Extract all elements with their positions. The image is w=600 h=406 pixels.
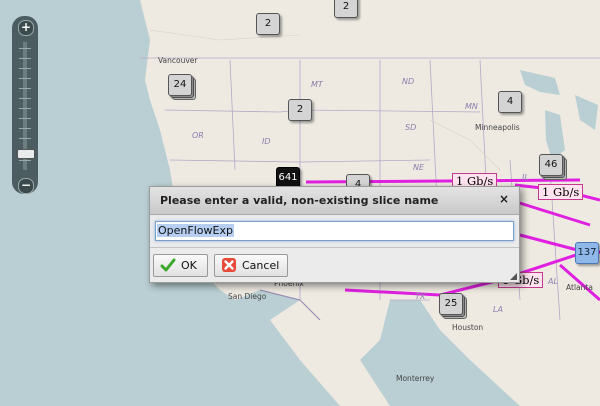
resize-grip-icon[interactable] bbox=[510, 273, 517, 280]
zoom-slider-handle[interactable] bbox=[17, 149, 35, 159]
ok-button-label: OK bbox=[181, 259, 197, 272]
state-label: ND bbox=[402, 77, 415, 86]
node-cluster[interactable]: 2 bbox=[288, 99, 314, 123]
node-cluster-count: 46 bbox=[539, 154, 563, 176]
node-cluster[interactable]: 24 bbox=[168, 74, 196, 100]
state-label: TX bbox=[415, 292, 426, 301]
state-label: LA bbox=[493, 305, 503, 314]
zoom-out-button[interactable]: − bbox=[18, 178, 34, 194]
dialog-divider bbox=[150, 247, 519, 248]
city-label: Vancouver bbox=[158, 56, 198, 65]
zoom-tick bbox=[19, 160, 31, 161]
state-label: AL bbox=[548, 277, 558, 286]
slice-name-dialog: Please enter a valid, non-existing slice… bbox=[149, 186, 520, 283]
node-cluster-count: 24 bbox=[168, 74, 192, 96]
city-label: San Diego bbox=[228, 292, 267, 301]
node-cluster-count: 2 bbox=[256, 13, 280, 35]
bandwidth-label: 1 Gb/s bbox=[538, 184, 584, 200]
dialog-titlebar[interactable]: Please enter a valid, non-existing slice… bbox=[150, 187, 519, 215]
state-label: MN bbox=[465, 102, 478, 111]
zoom-control: + − bbox=[12, 16, 38, 194]
state-label: MT bbox=[311, 80, 323, 89]
slice-name-value: OpenFlowExp bbox=[157, 224, 234, 237]
cancel-button-label: Cancel bbox=[242, 259, 280, 272]
dialog-title: Please enter a valid, non-existing slice… bbox=[160, 194, 439, 207]
close-icon[interactable]: × bbox=[499, 192, 509, 206]
node-cluster[interactable]: 137 bbox=[575, 242, 600, 266]
city-label: Houston bbox=[452, 323, 484, 332]
state-label: OR bbox=[192, 131, 204, 140]
zoom-tick bbox=[19, 138, 31, 139]
node-cluster-count: 2 bbox=[334, 0, 358, 18]
zoom-tick bbox=[19, 108, 31, 109]
node-cluster-count: 25 bbox=[439, 293, 463, 315]
state-label: NE bbox=[413, 163, 425, 172]
cancel-x-icon bbox=[222, 258, 236, 272]
zoom-tick bbox=[19, 98, 31, 99]
zoom-in-button[interactable]: + bbox=[18, 20, 34, 36]
node-cluster[interactable]: 25 bbox=[439, 293, 467, 319]
city-label: Atlanta bbox=[566, 283, 593, 292]
node-cluster[interactable]: 46 bbox=[539, 154, 567, 180]
ok-button[interactable]: OK bbox=[153, 254, 208, 277]
zoom-tick bbox=[19, 78, 31, 79]
state-label: ID bbox=[262, 137, 271, 146]
node-cluster[interactable]: 4 bbox=[498, 91, 524, 115]
node-cluster-count: 4 bbox=[498, 91, 522, 113]
zoom-tick bbox=[19, 68, 31, 69]
zoom-tick bbox=[19, 118, 31, 119]
zoom-tick bbox=[19, 128, 31, 129]
zoom-tick bbox=[19, 88, 31, 89]
node-cluster[interactable]: 2 bbox=[334, 0, 360, 20]
state-label: SD bbox=[405, 123, 417, 132]
cancel-button[interactable]: Cancel bbox=[214, 254, 288, 277]
city-label: Minneapolis bbox=[475, 123, 520, 132]
zoom-tick bbox=[19, 58, 31, 59]
checkmark-icon bbox=[160, 258, 176, 272]
node-cluster[interactable]: 2 bbox=[256, 13, 282, 37]
node-cluster-count: 137 bbox=[575, 242, 599, 264]
node-cluster-count: 2 bbox=[288, 99, 312, 121]
city-label: Monterrey bbox=[396, 374, 435, 383]
zoom-tick bbox=[19, 48, 31, 49]
state-label: IL bbox=[522, 173, 529, 182]
